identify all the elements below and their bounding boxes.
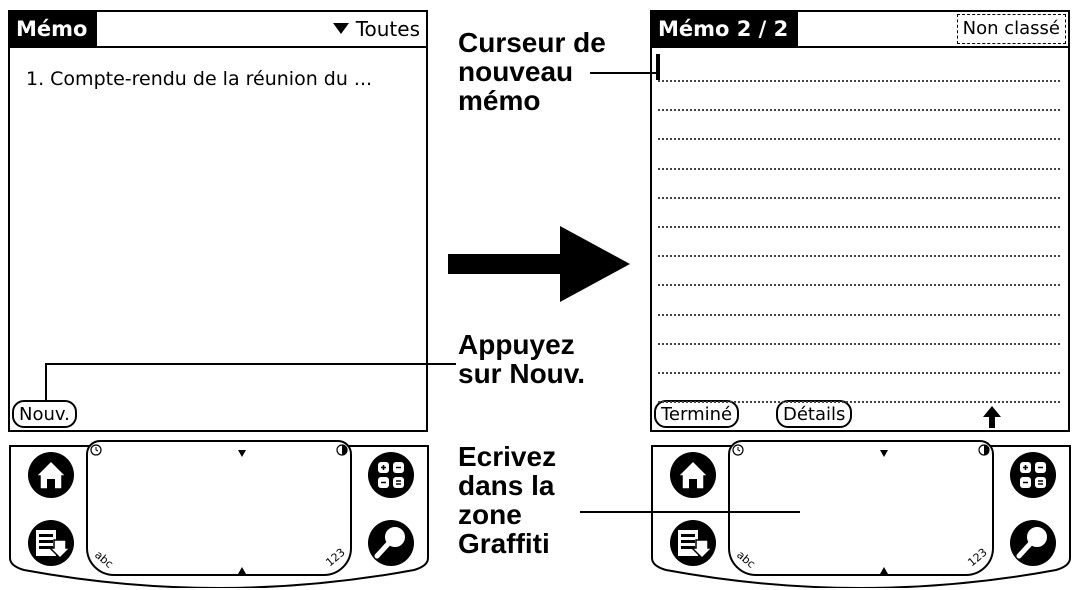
leader-lines [45, 72, 800, 513]
